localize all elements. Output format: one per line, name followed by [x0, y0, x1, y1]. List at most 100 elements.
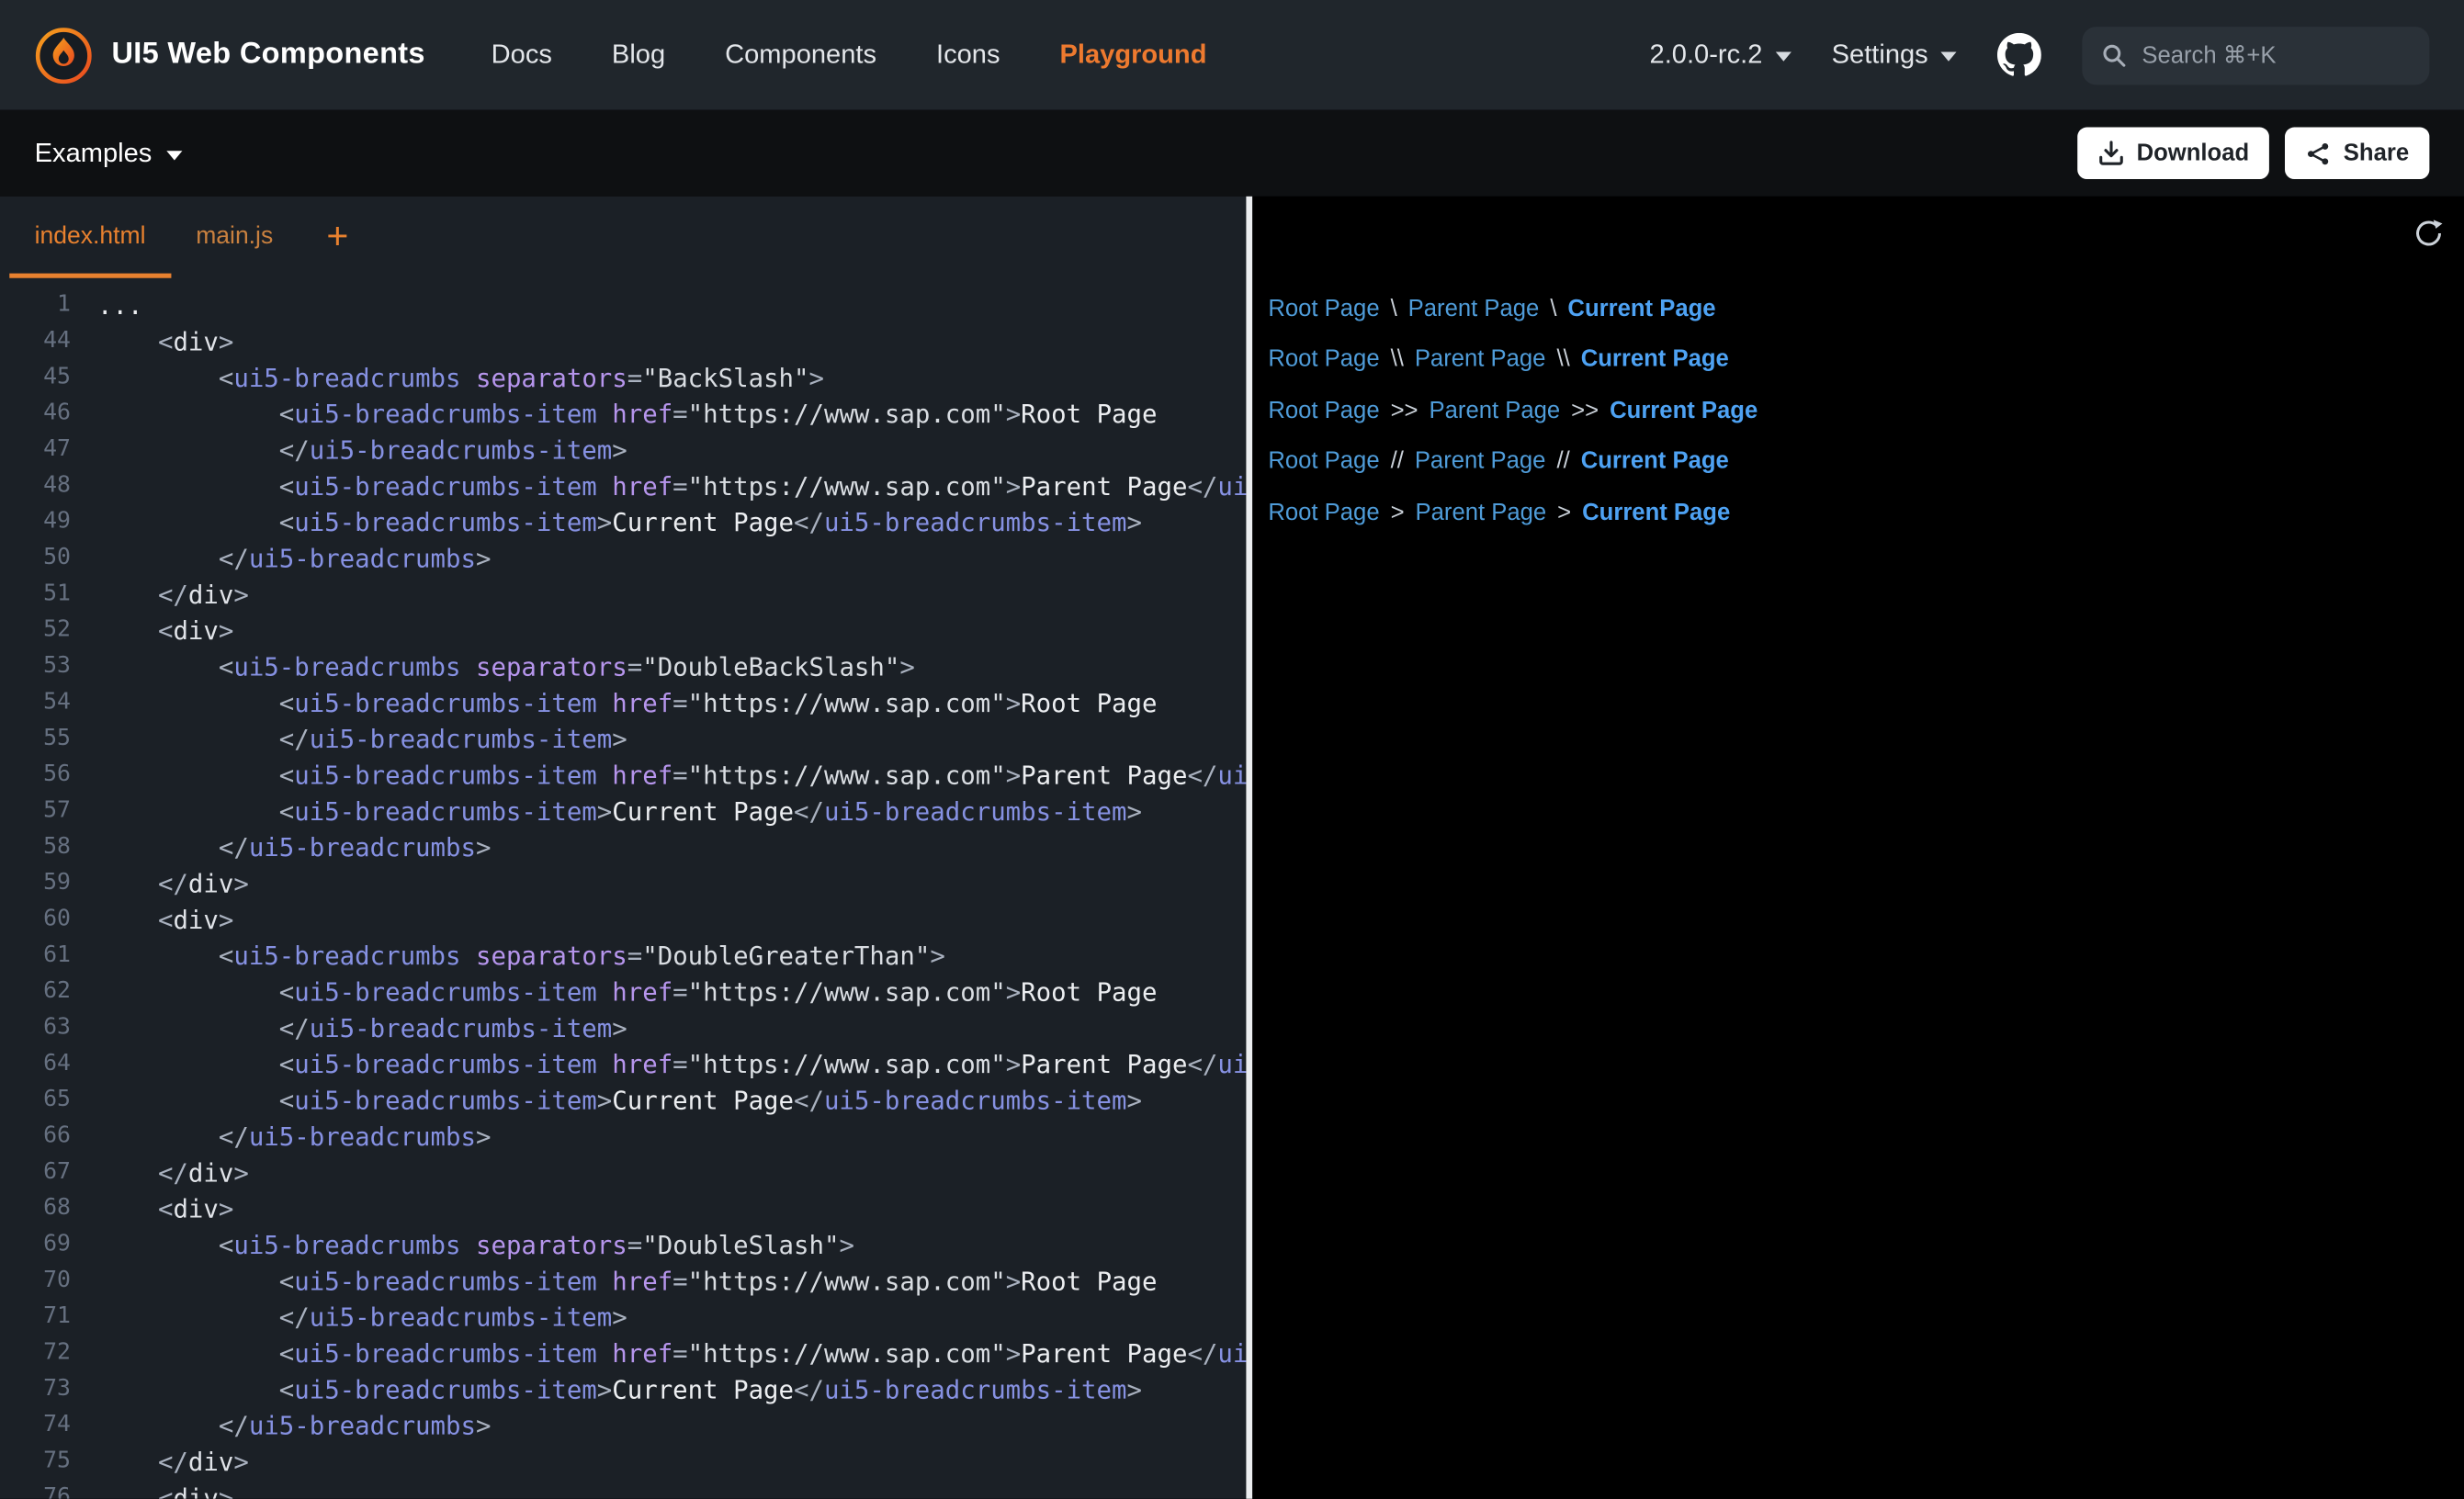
- code-line: 46 <ui5-breadcrumbs-item href="https://w…: [0, 396, 1246, 432]
- nav-item-icons[interactable]: Icons: [936, 39, 1000, 71]
- code-token: <: [97, 399, 294, 428]
- code-token: >: [612, 1013, 627, 1043]
- code-token: ui5-breadcrumbs-item: [824, 1375, 1127, 1404]
- code-token: ui5-breadcrumbs-item: [294, 1375, 597, 1404]
- search-icon: [2101, 41, 2128, 68]
- code-line-content: </div>: [97, 865, 249, 901]
- code-line-content: </ui5-breadcrumbs-item>: [97, 1010, 627, 1046]
- code-token: <: [97, 905, 173, 934]
- topnav-right: 2.0.0-rc.2 Settings: [1650, 26, 2430, 84]
- breadcrumb-current[interactable]: Current Page: [1610, 397, 1758, 423]
- code-token: >: [233, 580, 248, 609]
- version-dropdown[interactable]: 2.0.0-rc.2: [1650, 39, 1791, 71]
- share-button[interactable]: Share: [2286, 128, 2430, 179]
- examples-dropdown[interactable]: Examples: [35, 138, 182, 169]
- code-token: div: [173, 327, 218, 356]
- code-token: separators: [461, 941, 627, 971]
- settings-dropdown[interactable]: Settings: [1832, 39, 1957, 71]
- code-token: >: [612, 435, 627, 465]
- code-token: =: [673, 1338, 687, 1368]
- breadcrumb-current[interactable]: Current Page: [1567, 295, 1715, 321]
- tab-index-html[interactable]: index.html: [9, 197, 171, 278]
- code-token: div: [173, 1483, 218, 1499]
- code-token: </: [1187, 1338, 1217, 1368]
- code-token: div: [173, 1194, 218, 1223]
- code-line: 61 <ui5-breadcrumbs separators="DoubleGr…: [0, 938, 1246, 974]
- search-input[interactable]: [2082, 26, 2429, 84]
- code-token: >: [1126, 796, 1141, 826]
- code-token: >: [1006, 1050, 1021, 1079]
- breadcrumb-link[interactable]: Parent Page: [1416, 499, 1547, 525]
- line-number: 63: [0, 1010, 71, 1046]
- code-token: ui5-breadcrumbs: [233, 1230, 460, 1259]
- code-token: >: [219, 1483, 233, 1499]
- breadcrumb-link[interactable]: Root Page: [1268, 346, 1379, 373]
- code-token: ui5-breadcrumbs-item: [310, 1302, 613, 1332]
- code-token: >: [612, 725, 627, 754]
- code-token: =: [673, 688, 687, 717]
- code-token: Current Page: [612, 796, 794, 826]
- brand[interactable]: UI5 Web Components: [35, 26, 425, 84]
- code-line-content: <ui5-breadcrumbs separators="DoubleSlash…: [97, 1227, 854, 1263]
- tab-main-js[interactable]: main.js: [171, 197, 299, 278]
- code-line: 49 <ui5-breadcrumbs-item>Current Page</u…: [0, 504, 1246, 540]
- code-token: <: [97, 507, 294, 536]
- breadcrumb-current[interactable]: Current Page: [1581, 346, 1729, 373]
- code-token: >: [476, 544, 491, 573]
- code-token: >: [219, 1194, 233, 1223]
- code-token: href: [597, 977, 673, 1007]
- code-token: "https://www.sap.com": [688, 471, 1006, 501]
- code-token: div: [173, 615, 218, 645]
- code-token: Parent Page: [1021, 761, 1187, 790]
- brand-title: UI5 Web Components: [111, 38, 424, 73]
- code-token: </: [97, 580, 188, 609]
- code-line: 55 </ui5-breadcrumbs-item>: [0, 721, 1246, 757]
- nav-item-docs[interactable]: Docs: [492, 39, 552, 71]
- code-token: >: [597, 507, 612, 536]
- breadcrumb-current[interactable]: Current Page: [1581, 448, 1729, 475]
- nav-item-playground[interactable]: Playground: [1060, 39, 1207, 71]
- breadcrumb-link[interactable]: Root Page: [1268, 295, 1379, 321]
- code-token: Current Page: [612, 507, 794, 536]
- refresh-button[interactable]: [2413, 217, 2446, 254]
- nav-item-components[interactable]: Components: [725, 39, 876, 71]
- code-line-content: <ui5-breadcrumbs-item href="https://www.…: [97, 1263, 1157, 1299]
- code-token: "https://www.sap.com": [688, 1050, 1006, 1079]
- download-button[interactable]: Download: [2077, 128, 2270, 179]
- code-token: ui5-breadcrumbs-item: [310, 435, 613, 465]
- code-line: 57 <ui5-breadcrumbs-item>Current Page</u…: [0, 794, 1246, 829]
- breadcrumb-link[interactable]: Parent Page: [1415, 448, 1546, 475]
- github-icon: [1997, 33, 2041, 77]
- breadcrumb-link[interactable]: Root Page: [1268, 397, 1379, 423]
- code-token: >: [930, 941, 944, 971]
- breadcrumb-link[interactable]: Parent Page: [1430, 397, 1561, 423]
- code-token: ui5-breadcrumbs-item: [310, 725, 613, 754]
- code-token: "DoubleGreaterThan": [642, 941, 930, 971]
- line-number: 51: [0, 577, 71, 613]
- code-token: div: [188, 869, 233, 898]
- code-token: =: [673, 399, 687, 428]
- code-token: Root Page: [1021, 688, 1157, 717]
- code-editor[interactable]: 1...44 <div>45 <ui5-breadcrumbs separato…: [0, 278, 1246, 1499]
- code-line-content: </ui5-breadcrumbs-item>: [97, 1300, 627, 1336]
- code-token: <: [97, 977, 294, 1007]
- github-link[interactable]: [1997, 33, 2041, 77]
- breadcrumb-link[interactable]: Parent Page: [1415, 346, 1546, 373]
- breadcrumb-current[interactable]: Current Page: [1582, 499, 1730, 525]
- line-number: 75: [0, 1444, 71, 1480]
- examples-toolbar: Examples Download: [0, 110, 2464, 197]
- code-token: </: [97, 1158, 188, 1188]
- code-token: href: [597, 399, 673, 428]
- code-token: =: [673, 1267, 687, 1296]
- breadcrumb-separator: >: [1391, 499, 1405, 525]
- code-line: 65 <ui5-breadcrumbs-item>Current Page</u…: [0, 1083, 1246, 1119]
- nav-item-blog[interactable]: Blog: [612, 39, 665, 71]
- add-tab-button[interactable]: +: [326, 197, 348, 278]
- breadcrumb-link[interactable]: Parent Page: [1408, 295, 1540, 321]
- code-line: 53 <ui5-breadcrumbs separators="DoubleBa…: [0, 648, 1246, 684]
- breadcrumb-link[interactable]: Root Page: [1268, 448, 1379, 475]
- pane-splitter[interactable]: [1246, 197, 1252, 1499]
- code-token: >: [1126, 1375, 1141, 1404]
- code-token: ui5-breadcrumbs-item: [1217, 761, 1246, 790]
- breadcrumb-link[interactable]: Root Page: [1268, 499, 1379, 525]
